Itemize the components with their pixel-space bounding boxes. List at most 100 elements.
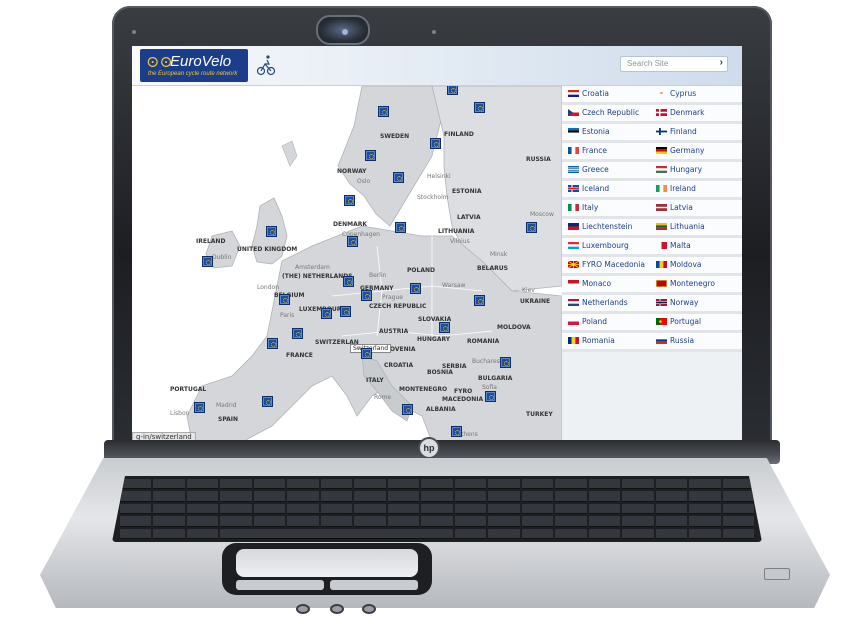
country-link-malta[interactable]: Malta: [654, 238, 736, 254]
route-marker[interactable]: [500, 357, 511, 368]
keyboard-key[interactable]: [153, 491, 185, 502]
keyboard-key[interactable]: [220, 491, 252, 502]
route-marker[interactable]: [262, 396, 273, 407]
keyboard-key[interactable]: [722, 503, 754, 515]
keyboard-key[interactable]: [186, 528, 219, 539]
keyboard-key[interactable]: [689, 491, 721, 502]
keyboard-key[interactable]: [421, 503, 453, 515]
keyboard-key[interactable]: [722, 528, 754, 539]
keyboard-key[interactable]: [588, 516, 621, 527]
country-link-italy[interactable]: Italy: [566, 200, 648, 216]
route-marker[interactable]: [447, 86, 458, 95]
route-marker[interactable]: [321, 308, 332, 319]
keyboard-key[interactable]: [287, 479, 319, 490]
keyboard-key[interactable]: [488, 528, 520, 539]
country-link-montenegro[interactable]: Montenegro: [654, 276, 736, 292]
country-link-liechtenstein[interactable]: Liechtenstein: [566, 219, 648, 235]
keyboard-key[interactable]: [655, 516, 688, 527]
keyboard-key[interactable]: [588, 528, 621, 539]
route-marker[interactable]: [361, 348, 372, 359]
keyboard-key[interactable]: [622, 491, 654, 502]
keyboard-key[interactable]: [220, 503, 252, 515]
keyboard-key[interactable]: [220, 516, 252, 527]
keyboard-key[interactable]: [488, 479, 520, 490]
route-marker[interactable]: [361, 290, 372, 301]
search-input[interactable]: Search Site ›: [620, 56, 728, 72]
keyboard-key[interactable]: [387, 491, 420, 502]
search-submit-icon[interactable]: ›: [720, 57, 723, 68]
keyboard-key[interactable]: [488, 491, 520, 502]
country-link-netherlands[interactable]: Netherlands: [566, 295, 648, 311]
country-link-russia[interactable]: Russia: [654, 333, 736, 349]
keyboard-key[interactable]: [622, 479, 654, 490]
route-marker[interactable]: [474, 295, 485, 306]
route-marker[interactable]: [485, 391, 496, 402]
keyboard-key[interactable]: [421, 479, 453, 490]
route-marker[interactable]: [378, 106, 389, 117]
route-marker[interactable]: [279, 294, 290, 305]
route-marker[interactable]: [340, 306, 351, 317]
country-link-luxembourg[interactable]: Luxembourg: [566, 238, 648, 254]
route-marker[interactable]: [410, 283, 421, 294]
country-link-norway[interactable]: Norway: [654, 295, 736, 311]
country-link-fyro-macedonia[interactable]: FYRO Macedonia: [566, 257, 648, 273]
keyboard-key[interactable]: [454, 479, 487, 490]
keyboard-key[interactable]: [120, 503, 152, 515]
keyboard-key[interactable]: [689, 516, 721, 527]
keyboard-key[interactable]: [253, 479, 286, 490]
route-marker[interactable]: [402, 404, 413, 415]
country-link-poland[interactable]: Poland: [566, 314, 648, 330]
country-link-romania[interactable]: Romania: [566, 333, 648, 349]
route-marker[interactable]: [347, 236, 358, 247]
keyboard-key[interactable]: [555, 516, 587, 527]
keyboard-key[interactable]: [588, 491, 621, 502]
keyboard-key[interactable]: [421, 491, 453, 502]
keyboard-key[interactable]: [186, 516, 219, 527]
keyboard-key[interactable]: [655, 503, 688, 515]
route-marker[interactable]: [395, 222, 406, 233]
country-link-hungary[interactable]: Hungary: [654, 162, 736, 178]
country-link-denmark[interactable]: Denmark: [654, 105, 736, 121]
keyboard-key[interactable]: [655, 491, 688, 502]
keyboard-key[interactable]: [287, 491, 319, 502]
keyboard-key[interactable]: [521, 503, 554, 515]
keyboard-key[interactable]: [320, 503, 353, 515]
keyboard-key[interactable]: [186, 491, 219, 502]
route-marker[interactable]: [194, 402, 205, 413]
country-link-portugal[interactable]: Portugal: [654, 314, 736, 330]
keyboard-key[interactable]: [220, 479, 252, 490]
keyboard-key[interactable]: [287, 516, 319, 527]
route-marker[interactable]: [266, 226, 277, 237]
touchpad[interactable]: [222, 543, 432, 595]
keyboard-key[interactable]: [387, 516, 420, 527]
keyboard-key[interactable]: [622, 528, 654, 539]
route-marker[interactable]: [439, 322, 450, 333]
country-link-greece[interactable]: Greece: [566, 162, 648, 178]
keyboard-key[interactable]: [186, 503, 219, 515]
country-link-ireland[interactable]: Ireland: [654, 181, 736, 197]
keyboard-key[interactable]: [387, 479, 420, 490]
keyboard-key[interactable]: [153, 503, 185, 515]
keyboard-key[interactable]: [320, 491, 353, 502]
route-marker[interactable]: [292, 328, 303, 339]
keyboard-key[interactable]: [320, 516, 353, 527]
country-link-latvia[interactable]: Latvia: [654, 200, 736, 216]
country-link-lithuania[interactable]: Lithuania: [654, 219, 736, 235]
country-link-iceland[interactable]: Iceland: [566, 181, 648, 197]
keyboard-key[interactable]: [120, 491, 152, 502]
route-marker[interactable]: [393, 172, 404, 183]
country-link-finland[interactable]: Finland: [654, 124, 736, 140]
country-link-croatia[interactable]: Croatia: [566, 86, 648, 102]
keyboard-key[interactable]: [354, 491, 386, 502]
keyboard-key[interactable]: [253, 503, 286, 515]
keyboard-key[interactable]: [421, 516, 453, 527]
keyboard-key[interactable]: [153, 528, 185, 539]
keyboard-key[interactable]: [253, 491, 286, 502]
keyboard-key[interactable]: [622, 516, 654, 527]
keyboard-key[interactable]: [354, 479, 386, 490]
keyboard-key[interactable]: [354, 503, 386, 515]
keyboard-key[interactable]: [153, 516, 185, 527]
route-marker[interactable]: [526, 222, 537, 233]
keyboard-key[interactable]: [454, 528, 487, 539]
route-marker[interactable]: [267, 338, 278, 349]
